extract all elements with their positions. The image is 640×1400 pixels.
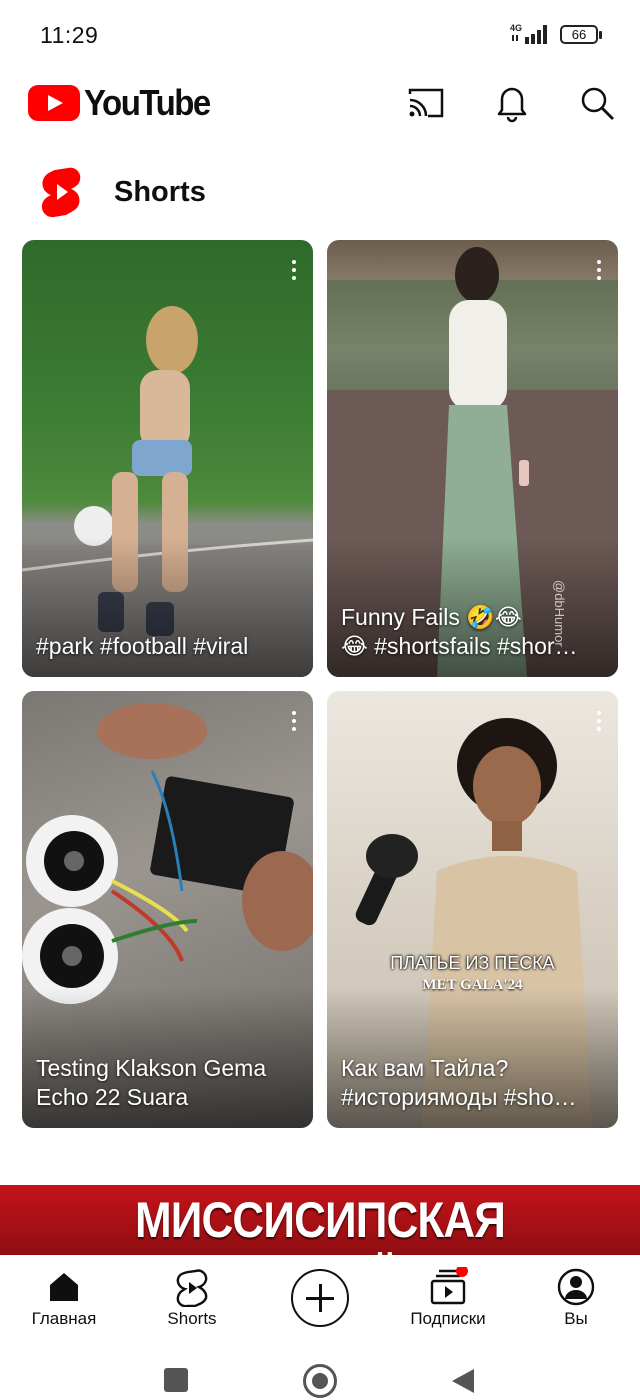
more-options-icon[interactable] (596, 711, 602, 733)
nav-shorts[interactable]: Shorts (137, 1255, 247, 1355)
signal-icon: 4G (510, 23, 547, 44)
shorts-logo-icon (41, 167, 81, 218)
account-icon (557, 1268, 595, 1306)
short-caption: Testing Klakson Gema Echo 22 Suara (36, 1055, 267, 1110)
system-navigation-bar (0, 1355, 640, 1400)
home-system-button[interactable] (303, 1364, 337, 1398)
status-bar: 11:29 4G 66 (0, 0, 640, 70)
nav-home[interactable]: Главная (9, 1255, 119, 1355)
banner-text: МИССИСИПСКАЯ БЕЗНАДЁГА (135, 1192, 506, 1255)
section-title: Shorts (114, 176, 206, 208)
short-card[interactable]: Testing Klakson Gema Echo 22 Suara (22, 691, 313, 1128)
subscriptions-icon (430, 1267, 468, 1305)
short-caption: #park #football #viral (36, 633, 249, 659)
home-icon (50, 1273, 78, 1301)
battery-icon: 66 (560, 25, 602, 44)
more-options-icon[interactable] (291, 711, 297, 733)
youtube-wordmark: YouTube (84, 82, 211, 123)
promo-banner[interactable]: МИССИСИПСКАЯ БЕЗНАДЁГА (0, 1185, 640, 1255)
status-time: 11:29 (40, 22, 99, 48)
bottom-navigation: Главная Shorts Подписки Вы (0, 1255, 640, 1355)
youtube-logo[interactable]: YouTube (28, 82, 211, 123)
short-card[interactable]: #park #football #viral (22, 240, 313, 677)
notifications-bell-icon[interactable] (492, 84, 532, 124)
search-icon[interactable] (578, 84, 618, 124)
youtube-play-icon (28, 85, 80, 121)
recents-button[interactable] (164, 1368, 188, 1392)
nav-you[interactable]: Вы (521, 1255, 631, 1355)
more-options-icon[interactable] (291, 260, 297, 282)
battery-level: 66 (571, 27, 587, 42)
short-caption: Как вам Тайла? #историямоды #sho… (341, 1055, 577, 1110)
cast-icon[interactable] (406, 84, 446, 124)
short-caption: Funny Fails 🤣😂 😂 #shortsfails #shor… (341, 604, 578, 659)
shorts-section-header: Shorts (0, 160, 640, 228)
nav-label: Shorts (167, 1309, 217, 1328)
short-card[interactable]: @dbHumor Funny Fails 🤣😂 😂 #shortsfails #… (327, 240, 618, 677)
overlay-title: ПЛАТЬЕ ИЗ ПЕСКА (390, 953, 555, 973)
back-button[interactable] (450, 1367, 476, 1395)
create-button[interactable] (291, 1269, 349, 1327)
network-type: 4G (510, 23, 522, 33)
nav-label: Подписки (410, 1309, 486, 1328)
nav-label: Вы (564, 1309, 588, 1328)
more-options-icon[interactable] (596, 260, 602, 282)
top-app-bar: YouTube (0, 70, 640, 138)
nav-subscriptions[interactable]: Подписки (393, 1255, 503, 1355)
short-card[interactable]: ПЛАТЬЕ ИЗ ПЕСКА MET GALA'24 Как вам Тайл… (327, 691, 618, 1128)
nav-label: Главная (31, 1309, 97, 1328)
shorts-icon (176, 1269, 208, 1307)
